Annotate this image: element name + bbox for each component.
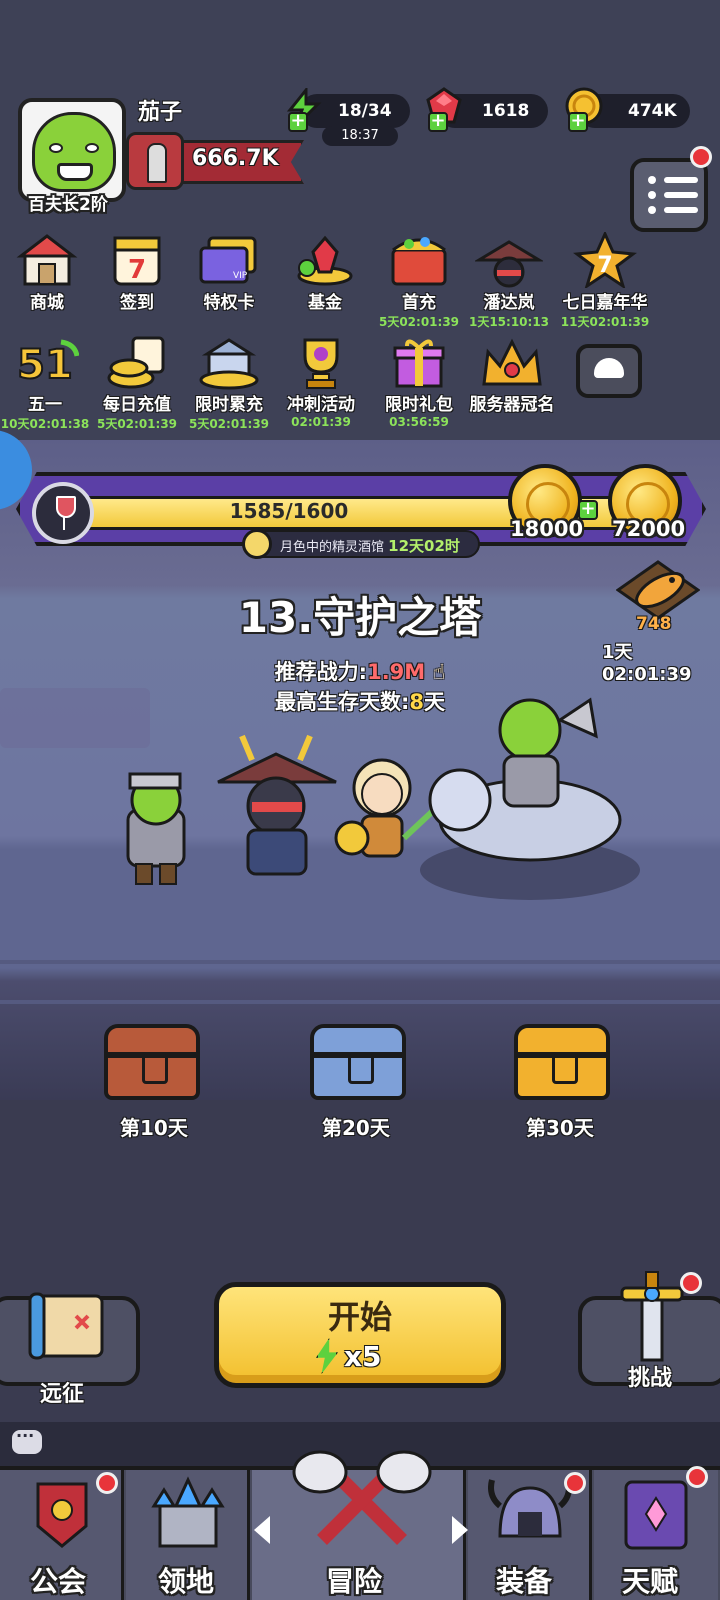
activity-vip-card[interactable]: VIP 特权卡 bbox=[184, 232, 274, 313]
nav-guild-label: 公会 bbox=[30, 1565, 87, 1598]
chest-day10-label: 第10天 bbox=[120, 1116, 188, 1140]
activity-server-naming[interactable]: 服务器冠名 bbox=[464, 334, 560, 415]
player-power: 666.7K bbox=[192, 146, 279, 171]
calendar-icon: 7 bbox=[103, 232, 171, 288]
notification-dot bbox=[564, 1472, 586, 1494]
player-rank: 百夫长2阶 bbox=[28, 195, 108, 215]
activity-fund[interactable]: 基金 bbox=[280, 232, 370, 313]
trophy-icon bbox=[287, 334, 355, 390]
spellbook-icon bbox=[616, 1476, 696, 1556]
gold-value: 474K bbox=[628, 101, 677, 121]
fund-gems-icon bbox=[291, 232, 359, 288]
add-gold-icon[interactable]: + bbox=[568, 112, 588, 132]
activity-sprint[interactable]: 冲刺活动 02:01:39 bbox=[276, 334, 366, 429]
gift-box-icon bbox=[385, 334, 453, 390]
crossed-axes-icon bbox=[292, 1450, 432, 1554]
samurai-hero bbox=[212, 730, 342, 894]
axe-icon bbox=[126, 132, 184, 190]
wine-glass-icon bbox=[32, 482, 94, 544]
activity-limited-recharge[interactable]: 限时累充 5天02:01:39 bbox=[184, 334, 274, 432]
add-gems-icon[interactable]: + bbox=[428, 112, 448, 132]
orc-wolf-rider-hero bbox=[420, 680, 640, 884]
floor-line bbox=[0, 1000, 720, 1004]
start-cost: x5 bbox=[344, 1340, 382, 1373]
reward-chest-day30[interactable] bbox=[514, 1024, 610, 1100]
event-name: 月色中的精灵酒馆 bbox=[280, 540, 385, 555]
bank-icon bbox=[195, 334, 263, 390]
activity-first-recharge[interactable]: 首充 5天02:01:39 bbox=[374, 232, 464, 330]
chat-bubble-icon[interactable] bbox=[12, 1426, 42, 1454]
player-name: 茄子 bbox=[138, 100, 183, 125]
main-menu-button[interactable] bbox=[630, 158, 708, 232]
orc-avatar-icon bbox=[32, 112, 116, 192]
may-day-51-icon: 51 bbox=[11, 334, 80, 390]
svg-text:7: 7 bbox=[128, 255, 146, 285]
collapse-activities-button[interactable] bbox=[576, 344, 642, 398]
vip-card-icon: VIP bbox=[195, 232, 263, 288]
activity-limited-gift[interactable]: 限时礼包 03:56:59 bbox=[374, 334, 464, 429]
svg-text:51: 51 bbox=[17, 342, 73, 388]
nav-left-arrow-icon[interactable] bbox=[254, 1516, 270, 1544]
guild-banner-icon bbox=[24, 1476, 100, 1556]
shop-tent-icon bbox=[13, 232, 81, 288]
best-days-label: 最高生存天数: bbox=[274, 690, 410, 714]
gems-value: 1618 bbox=[482, 101, 530, 121]
map-scroll-icon bbox=[26, 1290, 110, 1366]
recommended-power-label: 推荐战力: bbox=[274, 660, 368, 684]
activity-checkin[interactable]: 7 签到 bbox=[92, 232, 182, 313]
event-progress-text: 1585/1600 bbox=[229, 499, 349, 523]
notification-dot bbox=[96, 1472, 118, 1494]
chest-day30-label: 第30天 bbox=[526, 1116, 594, 1140]
reward-1-value: 18000 bbox=[510, 517, 584, 541]
nav-right-arrow-icon[interactable] bbox=[452, 1516, 468, 1544]
nav-territory-label: 领地 bbox=[158, 1565, 215, 1598]
notification-dot bbox=[686, 1466, 708, 1488]
coins-calendar-icon bbox=[103, 334, 171, 390]
start-label: 开始 bbox=[327, 1298, 392, 1336]
add-stamina-icon[interactable]: + bbox=[288, 112, 308, 132]
notification-dot bbox=[690, 146, 712, 168]
activity-seven-day[interactable]: 7 七日嘉年华 11天02:01:39 bbox=[560, 230, 650, 330]
activity-pandaria[interactable]: 潘达岚 1天15:10:13 bbox=[464, 232, 554, 330]
svg-text:7: 7 bbox=[597, 253, 612, 278]
nav-adventure-label: 冒险 bbox=[326, 1565, 383, 1598]
orc-warrior-hero bbox=[100, 760, 210, 894]
star-seven-icon: 7 bbox=[571, 230, 639, 290]
clock-icon bbox=[242, 529, 272, 559]
stamina-timer: 18:37 bbox=[322, 126, 398, 146]
sword-icon bbox=[614, 1270, 690, 1370]
event-time: 12天02时 bbox=[388, 537, 460, 555]
challenge-label: 挑战 bbox=[628, 1366, 673, 1391]
chest-day20-label: 第20天 bbox=[322, 1116, 390, 1140]
reward-chest-day20[interactable] bbox=[310, 1024, 406, 1100]
treasure-chest-icon bbox=[385, 232, 453, 288]
crown-icon bbox=[478, 334, 546, 390]
avatar[interactable] bbox=[18, 98, 126, 202]
event-info-text: 月色中的精灵酒馆 12天02时 bbox=[280, 535, 460, 556]
nav-equipment-label: 装备 bbox=[496, 1565, 553, 1598]
svg-text:VIP: VIP bbox=[233, 271, 248, 281]
activity-may-day[interactable]: 51 五一 10天02:01:38 bbox=[0, 334, 90, 432]
castle-icon bbox=[148, 1476, 228, 1556]
nav-talent-label: 天赋 bbox=[622, 1565, 679, 1598]
samurai-hat-icon bbox=[473, 232, 545, 288]
helmet-icon bbox=[488, 1476, 572, 1556]
floor-line bbox=[0, 960, 720, 964]
stage-title: 13.守护之塔 bbox=[238, 593, 482, 642]
recommended-power-value: 1.9M bbox=[367, 660, 426, 684]
activity-shop[interactable]: 商城 bbox=[2, 232, 92, 313]
reward-chest-day10[interactable] bbox=[104, 1024, 200, 1100]
stamina-value: 18/34 bbox=[338, 101, 392, 121]
notification-dot bbox=[680, 1272, 702, 1294]
reward-2-value: 72000 bbox=[612, 517, 686, 541]
activity-daily-recharge[interactable]: 每日充值 5天02:01:39 bbox=[92, 334, 182, 432]
expedition-label: 远征 bbox=[40, 1382, 85, 1407]
